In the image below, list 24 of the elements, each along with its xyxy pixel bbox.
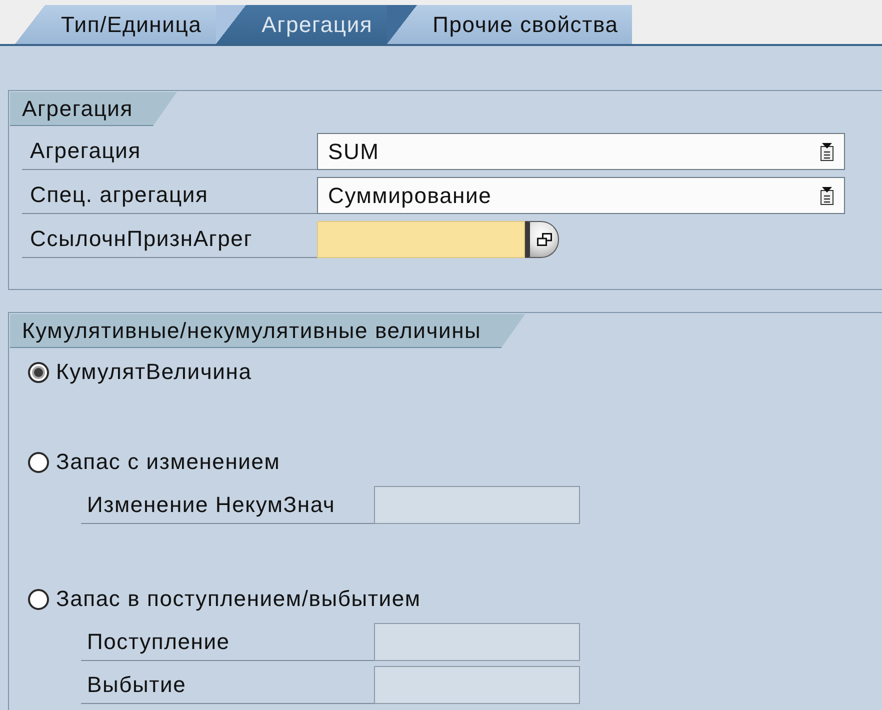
radio-button[interactable] [28, 588, 49, 610]
tab[interactable]: Агрегация [216, 5, 387, 44]
field-label: Поступление [87, 628, 230, 654]
field-label: СсылочнПризнАгрег [30, 226, 253, 252]
field-label: Изменение НекумЗнач [87, 492, 336, 518]
group-title: Кумулятивные/некумулятивные величины [10, 314, 526, 348]
option-label[interactable]: Запас с изменением [56, 449, 280, 475]
tab[interactable]: Тип/Единица [15, 5, 216, 44]
field-label: Выбытие [87, 672, 186, 698]
input-field[interactable] [317, 221, 525, 258]
group-title: Агрегация [10, 92, 177, 126]
field-label: Спец. агрегация [30, 182, 208, 208]
option-label[interactable]: Запас в поступлением/выбытием [56, 586, 421, 612]
radio-button[interactable] [28, 362, 49, 382]
option-label[interactable]: КумулятВеличина [56, 359, 252, 385]
dropdown-field[interactable]: SUM [317, 133, 845, 170]
dropdown-field[interactable]: Суммирование [317, 177, 845, 214]
radio-button[interactable] [28, 452, 49, 472]
field-label: Агрегация [30, 138, 141, 164]
document-list-icon[interactable] [820, 142, 834, 160]
document-list-icon[interactable] [820, 186, 834, 204]
overlapping-windows-icon [536, 233, 552, 246]
tab[interactable]: Прочие свойства [386, 5, 632, 44]
lookup-button[interactable] [525, 221, 559, 258]
